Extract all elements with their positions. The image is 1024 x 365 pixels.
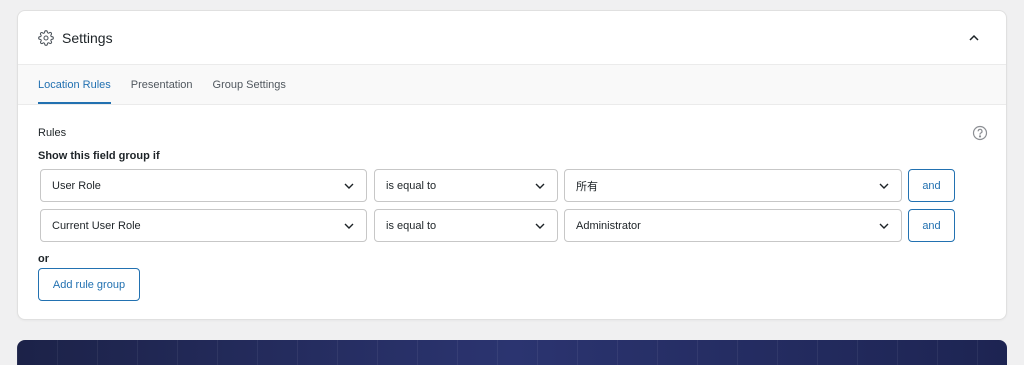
or-label: or [38, 253, 49, 265]
help-icon[interactable] [972, 125, 988, 141]
chevron-down-icon [344, 183, 354, 189]
chevron-down-icon [879, 183, 889, 189]
rule-value-select[interactable]: Administrator [564, 209, 902, 242]
tab-bar: Location Rules Presentation Group Settin… [18, 65, 1006, 105]
select-value: User Role [52, 179, 101, 192]
select-value: Administrator [576, 219, 641, 232]
rule-value-select[interactable]: 所有 [564, 169, 902, 202]
rule-row: User Role is equal to 所有 and [40, 169, 960, 203]
select-value: 所有 [576, 180, 598, 193]
chevron-up-icon[interactable] [962, 26, 986, 50]
panel-title: Settings [62, 29, 113, 46]
condition-label: Show this field group if [38, 150, 160, 162]
chevron-down-icon [535, 223, 545, 229]
rule-row: Current User Role is equal to Administra… [40, 209, 960, 243]
chevron-down-icon [879, 223, 889, 229]
rule-operator-select[interactable]: is equal to [374, 209, 558, 242]
and-button[interactable]: and [908, 169, 955, 202]
rule-param-select[interactable]: User Role [40, 169, 367, 202]
tab-presentation[interactable]: Presentation [131, 65, 193, 104]
next-panel-banner [17, 340, 1007, 365]
rule-param-select[interactable]: Current User Role [40, 209, 367, 242]
add-rule-group-button[interactable]: Add rule group [38, 268, 140, 301]
select-value: is equal to [386, 219, 437, 232]
tab-location-rules[interactable]: Location Rules [38, 65, 111, 104]
chevron-down-icon [344, 223, 354, 229]
tab-group-settings[interactable]: Group Settings [213, 65, 286, 104]
select-value: is equal to [386, 179, 437, 192]
select-value: Current User Role [52, 219, 141, 232]
rules-label: Rules [38, 127, 67, 139]
chevron-down-icon [535, 183, 545, 189]
gear-icon [38, 29, 54, 46]
settings-panel: Settings Location Rules Presentation Gro… [17, 10, 1007, 320]
panel-header[interactable]: Settings [18, 11, 1006, 65]
rule-operator-select[interactable]: is equal to [374, 169, 558, 202]
and-button[interactable]: and [908, 209, 955, 242]
